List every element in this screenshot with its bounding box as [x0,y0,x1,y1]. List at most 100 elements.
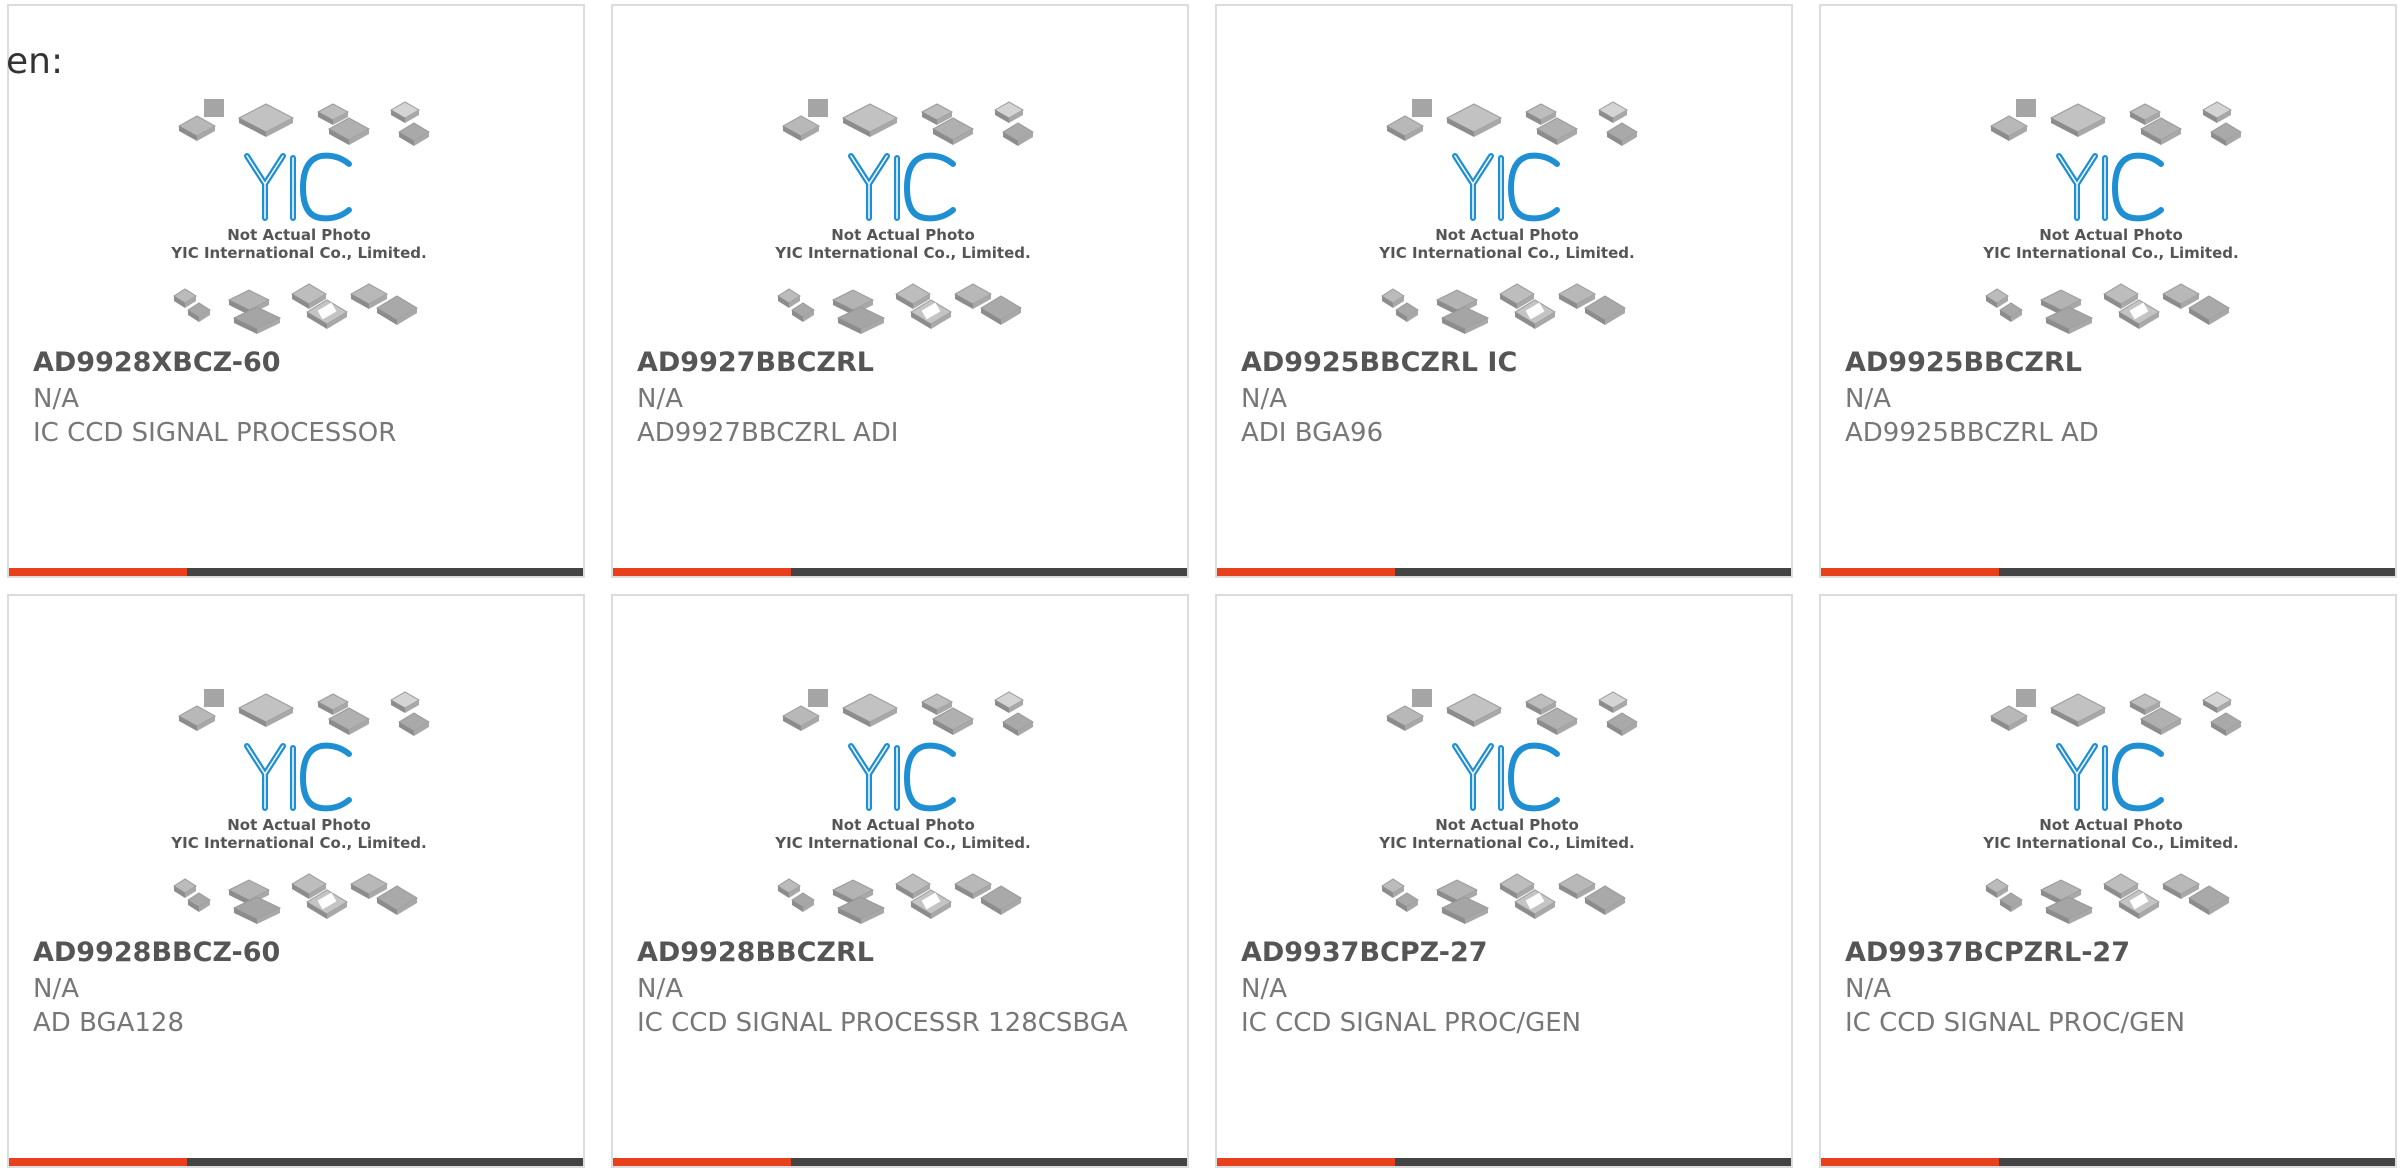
photo-caption-line2: YIC International Co., Limited. [774,834,1030,852]
part-number-link[interactable]: AD9927BBCZRL [637,346,874,380]
photo-caption-line1: Not Actual Photo [1435,816,1579,834]
product-description: AD9925BBCZRL AD [1845,418,2099,448]
chip-icon [2049,693,2107,727]
chip-icon [1606,712,1638,736]
product-card[interactable]: Not Actual Photo YIC International Co., L… [611,4,1189,578]
chip-icon [2201,101,2233,123]
card-accent-bar [613,568,791,576]
chip-icon [1002,712,1034,736]
chip-icon [173,288,197,308]
photo-caption-line1: Not Actual Photo [1435,226,1579,244]
chip-icon [2049,103,2107,137]
card-bottom-bar [613,568,1187,576]
chip-icon [841,103,899,137]
part-number-link[interactable]: AD9925BBCZRL IC [1241,346,1517,380]
yic-logo-icon [2056,742,2164,812]
chip-icon [1395,302,1419,322]
product-photo[interactable]: Not Actual Photo YIC International Co., L… [763,96,1043,346]
chip-icon [187,302,211,322]
photo-caption-line2: YIC International Co., Limited. [170,244,426,262]
chip-icon [1440,896,1490,924]
chip-icon [398,122,430,146]
chip-icon [1606,122,1638,146]
product-card[interactable]: Not Actual Photo YIC International Co., L… [7,4,585,578]
photo-caption-line2: YIC International Co., Limited. [1378,834,1634,852]
product-photo[interactable]: Not Actual Photo YIC International Co., L… [159,686,439,936]
product-card[interactable]: Not Actual Photo YIC International Co., L… [1215,4,1793,578]
photo-caption-line1: Not Actual Photo [227,816,371,834]
part-number-link[interactable]: AD9925BBCZRL [1845,346,2082,380]
yic-logo-icon [848,742,956,812]
chip-icon [1395,892,1419,912]
chip-icon [187,892,211,912]
chip-icon [1002,122,1034,146]
photo-caption-line1: Not Actual Photo [2039,226,2183,244]
product-description: IC CCD SIGNAL PROC/GEN [1845,1008,2186,1038]
manufacturer: N/A [33,974,79,1004]
chip-icon [791,892,815,912]
manufacturer: N/A [1845,974,1891,1004]
placeholder-photo-graphic: Not Actual PhotoYIC International Co., L… [774,689,1034,924]
product-description: IC CCD SIGNAL PROCESSR 128CSBGA [637,1008,1128,1038]
chip-icon [1445,693,1503,727]
photo-caption-line2: YIC International Co., Limited. [774,244,1030,262]
card-bottom-bar [1821,1158,2395,1166]
product-photo[interactable]: Not Actual Photo YIC International Co., L… [763,686,1043,936]
card-accent-bar [1821,568,1999,576]
chip-icon [836,306,886,334]
chip-icon [204,99,224,117]
photo-caption-line2: YIC International Co., Limited. [170,834,426,852]
product-photo[interactable]: Not Actual Photo YIC International Co., L… [1367,96,1647,346]
part-number-link[interactable]: AD9928BBCZRL [637,936,874,970]
chip-icon [398,712,430,736]
part-number-link[interactable]: AD9937BCPZRL-27 [1845,936,2130,970]
part-number-link[interactable]: AD9937BCPZ-27 [1241,936,1488,970]
yic-logo-icon [848,152,956,222]
chip-icon [808,689,828,707]
yic-logo-icon [244,742,352,812]
chip-icon [1440,306,1490,334]
product-description: AD9927BBCZRL ADI [637,418,899,448]
card-bottom-bar [9,1158,583,1166]
language-label: en: [6,41,64,82]
card-accent-bar [9,568,187,576]
product-photo[interactable]: Not Actual Photo YIC International Co., L… [1971,96,2251,346]
manufacturer: N/A [1241,384,1287,414]
part-number-link[interactable]: AD9928BBCZ-60 [33,936,280,970]
chip-icon [2210,122,2242,146]
chip-icon [2016,689,2036,707]
chip-icon [993,691,1025,713]
chip-icon [177,705,217,731]
card-accent-bar [1821,1158,1999,1166]
chip-icon [204,689,224,707]
chip-icon [2044,306,2094,334]
product-description: IC CCD SIGNAL PROC/GEN [1241,1008,1582,1038]
product-card[interactable]: Not Actual Photo YIC International Co., L… [7,594,585,1168]
card-bottom-bar [9,568,583,576]
product-card[interactable]: Not Actual Photo YIC International Co., L… [1819,4,2397,578]
placeholder-photo-graphic: Not Actual PhotoYIC International Co., L… [1378,689,1638,924]
chip-icon [1985,288,2009,308]
product-card[interactable]: Not Actual Photo YIC International Co., L… [1215,594,1793,1168]
chip-icon [836,896,886,924]
chip-icon [1385,705,1425,731]
chip-icon [1989,115,2029,141]
placeholder-photo-graphic: Not Actual PhotoYIC International Co., L… [170,99,430,334]
card-bottom-bar [613,1158,1187,1166]
product-card[interactable]: Not Actual Photo YIC International Co., L… [611,594,1189,1168]
manufacturer: N/A [33,384,79,414]
photo-caption-line1: Not Actual Photo [831,816,975,834]
chip-icon [389,691,421,713]
part-number-link[interactable]: AD9928XBCZ-60 [33,346,281,380]
chip-icon [808,99,828,117]
photo-caption-line2: YIC International Co., Limited. [1982,834,2238,852]
product-photo[interactable]: Not Actual Photo YIC International Co., L… [159,96,439,346]
chip-icon [993,101,1025,123]
product-grid: Not Actual Photo YIC International Co., L… [7,4,2400,1168]
chip-icon [781,115,821,141]
product-photo[interactable]: Not Actual Photo YIC International Co., L… [1367,686,1647,936]
product-photo[interactable]: Not Actual Photo YIC International Co., L… [1971,686,2251,936]
chip-icon [1985,878,2009,898]
manufacturer: N/A [1845,384,1891,414]
product-card[interactable]: Not Actual Photo YIC International Co., L… [1819,594,2397,1168]
